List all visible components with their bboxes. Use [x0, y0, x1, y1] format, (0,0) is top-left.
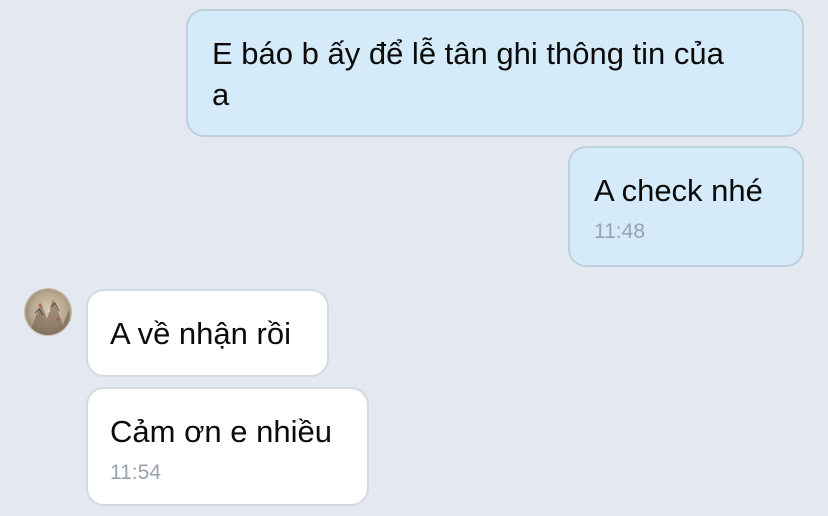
sent-message-bubble[interactable]: E báo b ấy để lễ tân ghi thông tin của a [186, 9, 804, 137]
message-text: A check nhé [594, 173, 763, 208]
message-text: Cảm ơn e nhiều [110, 414, 332, 449]
message-timestamp: 11:48 [594, 220, 645, 243]
contact-avatar-icon[interactable] [24, 288, 72, 336]
message-text: E báo b ấy để lễ tân ghi thông tin của a [212, 36, 724, 112]
received-message-bubble[interactable]: A về nhận rồi [86, 289, 329, 377]
sent-message-bubble[interactable]: A check nhé 11:48 [568, 146, 804, 267]
message-timestamp: 11:54 [110, 461, 161, 484]
received-message-bubble[interactable]: Cảm ơn e nhiều 11:54 [86, 387, 369, 506]
message-text: A về nhận rồi [110, 316, 291, 351]
